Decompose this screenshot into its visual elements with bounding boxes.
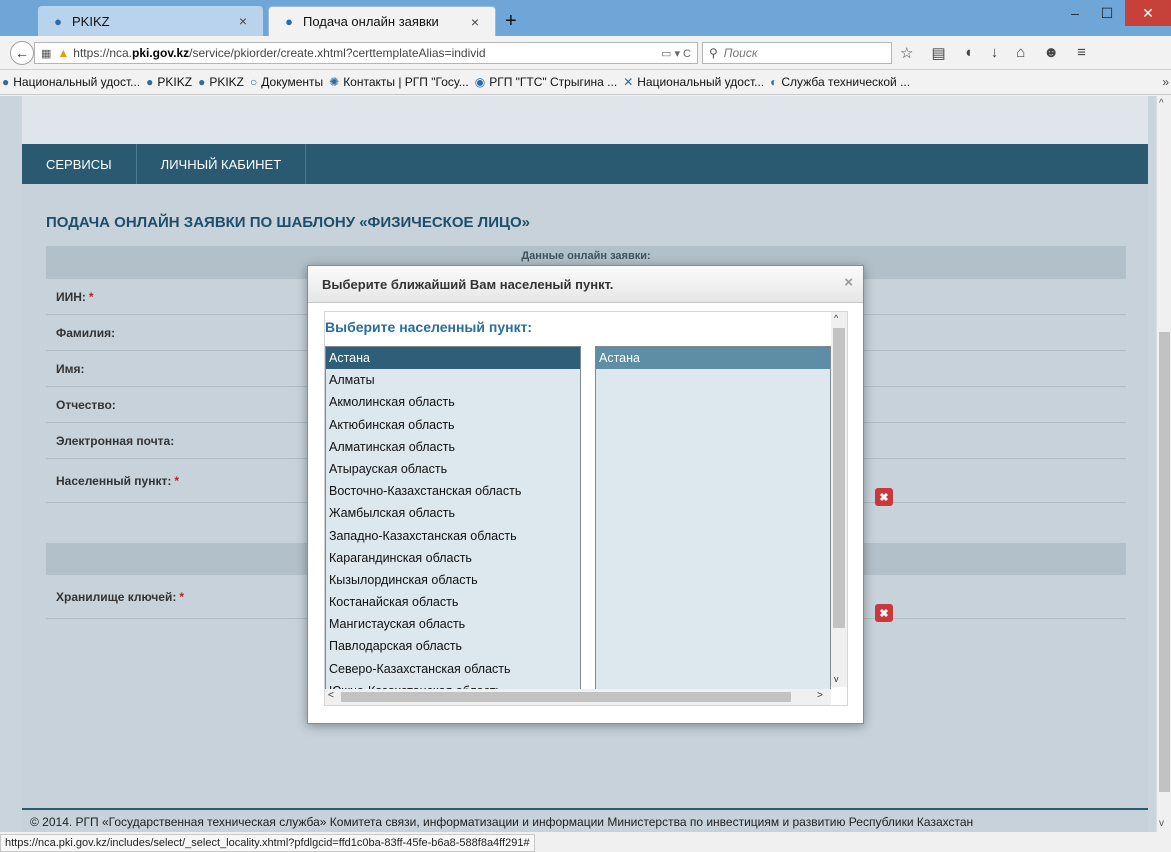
address-bar[interactable]: ▦ ▲ https://nca.pki.gov.kz/service/pkior…	[34, 42, 698, 64]
site-footer: © 2014. РГП «Государственная техническая…	[22, 808, 1148, 832]
page-scrollbar[interactable]: ^ v	[1156, 96, 1171, 832]
bookmarks-library-icon[interactable]: ▤	[931, 44, 945, 62]
scrollbar-thumb[interactable]	[1159, 332, 1170, 792]
locality-list[interactable]: Астана	[595, 346, 831, 696]
region-option[interactable]: Актюбинская область	[326, 414, 580, 436]
browser-navbar: ← ▦ ▲ https://nca.pki.gov.kz/service/pki…	[0, 36, 1171, 70]
dialog-horizontal-scrollbar[interactable]: < >	[325, 689, 831, 705]
tab-online-application[interactable]: ● Подача онлайн заявки ×	[268, 6, 496, 36]
site-nav: СЕРВИСЫ ЛИЧНЫЙ КАБИНЕТ	[22, 144, 1148, 184]
home-icon[interactable]: ⌂	[1016, 44, 1025, 62]
menu-icon[interactable]: ≡	[1077, 44, 1086, 62]
scroll-up-icon[interactable]: ^	[1159, 98, 1164, 109]
tab-title: Подача онлайн заявки	[303, 14, 439, 29]
region-option[interactable]: Атырауская область	[326, 458, 580, 480]
region-list[interactable]: Астана Алматы Акмолинская область Актюби…	[325, 346, 581, 696]
dialog-vertical-scrollbar[interactable]: ^ v	[831, 312, 847, 687]
support-icon: ◐	[770, 75, 778, 89]
bookmark-item[interactable]: ○ Документы	[250, 75, 323, 89]
clear-keystore-icon[interactable]: ✖	[875, 604, 893, 622]
globe-icon: ●	[198, 75, 206, 89]
scroll-down-icon[interactable]: v	[834, 674, 839, 684]
scroll-up-icon[interactable]: ^	[834, 313, 838, 323]
dialog-header: Выберите ближайший Вам населеный пункт. …	[308, 266, 863, 303]
locality-option[interactable]: Астана	[596, 347, 830, 370]
pocket-icon[interactable]: ◖	[964, 44, 973, 62]
scroll-right-icon[interactable]: >	[817, 690, 823, 701]
scrollbar-thumb[interactable]	[341, 692, 791, 702]
dialog-close-icon[interactable]: ×	[844, 274, 853, 291]
nav-services[interactable]: СЕРВИСЫ	[22, 144, 137, 184]
bookmark-item[interactable]: ● PKIKZ	[198, 75, 244, 89]
page-title: ПОДАЧА ОНЛАЙН ЗАЯВКИ ПО ШАБЛОНУ «ФИЗИЧЕС…	[46, 214, 530, 231]
bookmark-star-icon[interactable]: ☆	[900, 44, 913, 62]
region-option[interactable]: Акмолинская область	[326, 391, 580, 413]
scrollbar-thumb[interactable]	[833, 328, 845, 628]
dialog-title: Выберите ближайший Вам населеный пункт.	[322, 276, 614, 292]
bookmark-item[interactable]: ◉ РГП "ГТС" Стрыгина ...	[475, 75, 617, 89]
scroll-down-icon[interactable]: v	[1159, 818, 1164, 829]
search-placeholder: Поиск	[723, 46, 758, 60]
browser-titlebar: ● PKIKZ × ● Подача онлайн заявки × + – ☐…	[0, 0, 1171, 36]
locality-label: Выберите населенный пункт:	[325, 319, 533, 335]
search-input[interactable]: ⚲ Поиск	[702, 42, 892, 64]
bookmark-item[interactable]: ◐ Служба технической ...	[770, 75, 910, 89]
bookmark-item[interactable]: ● PKIKZ	[146, 75, 192, 89]
close-tab-icon[interactable]: ×	[467, 14, 483, 30]
search-icon: ⚲	[709, 46, 718, 60]
reader-view-icon[interactable]: ▭ ▾ C	[661, 47, 691, 60]
download-icon[interactable]: ↓	[991, 44, 999, 62]
globe-icon: ●	[54, 13, 62, 29]
emblem-icon: ✺	[329, 75, 340, 89]
region-option[interactable]: Алматы	[326, 369, 580, 391]
nav-personal-account[interactable]: ЛИЧНЫЙ КАБИНЕТ	[137, 144, 307, 184]
bookmark-item[interactable]: ✕ Национальный удост...	[623, 75, 764, 89]
globe-icon: ●	[146, 75, 154, 89]
region-option[interactable]: Жамбылская область	[326, 502, 580, 524]
bookmarks-toolbar: ● Национальный удост... ● PKIKZ ● PKIKZ ○ До…	[0, 70, 1171, 95]
region-option[interactable]: Восточно-Казахстанская область	[326, 480, 580, 502]
region-option[interactable]: Астана	[326, 347, 580, 370]
toolbar-icons: ☆ ▤ ◖ ↓ ⌂ ☻ ≡	[900, 44, 1086, 62]
page-info-icon[interactable]: ▦	[41, 47, 51, 60]
minimize-icon[interactable]: –	[1060, 0, 1090, 26]
globe-icon: ●	[2, 75, 10, 89]
cross-icon: ✕	[623, 75, 634, 89]
scroll-left-icon[interactable]: <	[328, 690, 334, 701]
bookmark-item[interactable]: ✺ Контакты | РГП "Госу...	[329, 75, 469, 89]
region-option[interactable]: Алматинская область	[326, 436, 580, 458]
clear-locality-icon[interactable]: ✖	[875, 488, 893, 506]
url-text: https://nca.pki.gov.kz/service/pkiorder/…	[73, 46, 486, 60]
region-option[interactable]: Костанайская область	[326, 591, 580, 613]
region-option[interactable]: Кызылординская область	[326, 569, 580, 591]
status-link-url: https://nca.pki.gov.kz/includes/select/_…	[0, 834, 535, 852]
new-tab-button[interactable]: +	[505, 10, 517, 33]
chat-icon[interactable]: ☻	[1043, 44, 1059, 62]
back-button[interactable]: ←	[10, 41, 34, 65]
bookmarks-overflow-icon[interactable]: »	[1162, 75, 1169, 89]
close-tab-icon[interactable]: ×	[235, 13, 251, 29]
select-locality-dialog: Выберите ближайший Вам населеный пункт. …	[307, 265, 864, 724]
region-option[interactable]: Карагандинская область	[326, 547, 580, 569]
region-option[interactable]: Западно-Казахстанская область	[326, 525, 580, 547]
window-close-icon[interactable]: ✕	[1125, 0, 1171, 26]
region-option[interactable]: Павлодарская область	[326, 635, 580, 657]
maximize-icon[interactable]: ☐	[1092, 0, 1122, 26]
docs-icon: ○	[250, 75, 258, 89]
tab-title: PKIKZ	[72, 13, 110, 29]
region-option[interactable]: Мангистауская область	[326, 613, 580, 635]
site-banner	[22, 96, 1148, 144]
tab-pkikz[interactable]: ● PKIKZ ×	[38, 6, 263, 36]
emblem-icon: ◉	[474, 75, 486, 89]
region-option[interactable]: Северо-Казахстанская область	[326, 658, 580, 680]
dialog-body: Выберите населенный пункт: Астана Алматы…	[324, 311, 848, 706]
warning-icon: ▲	[57, 46, 70, 60]
bookmark-item[interactable]: ● Национальный удост...	[2, 75, 140, 89]
globe-icon: ●	[285, 14, 293, 29]
